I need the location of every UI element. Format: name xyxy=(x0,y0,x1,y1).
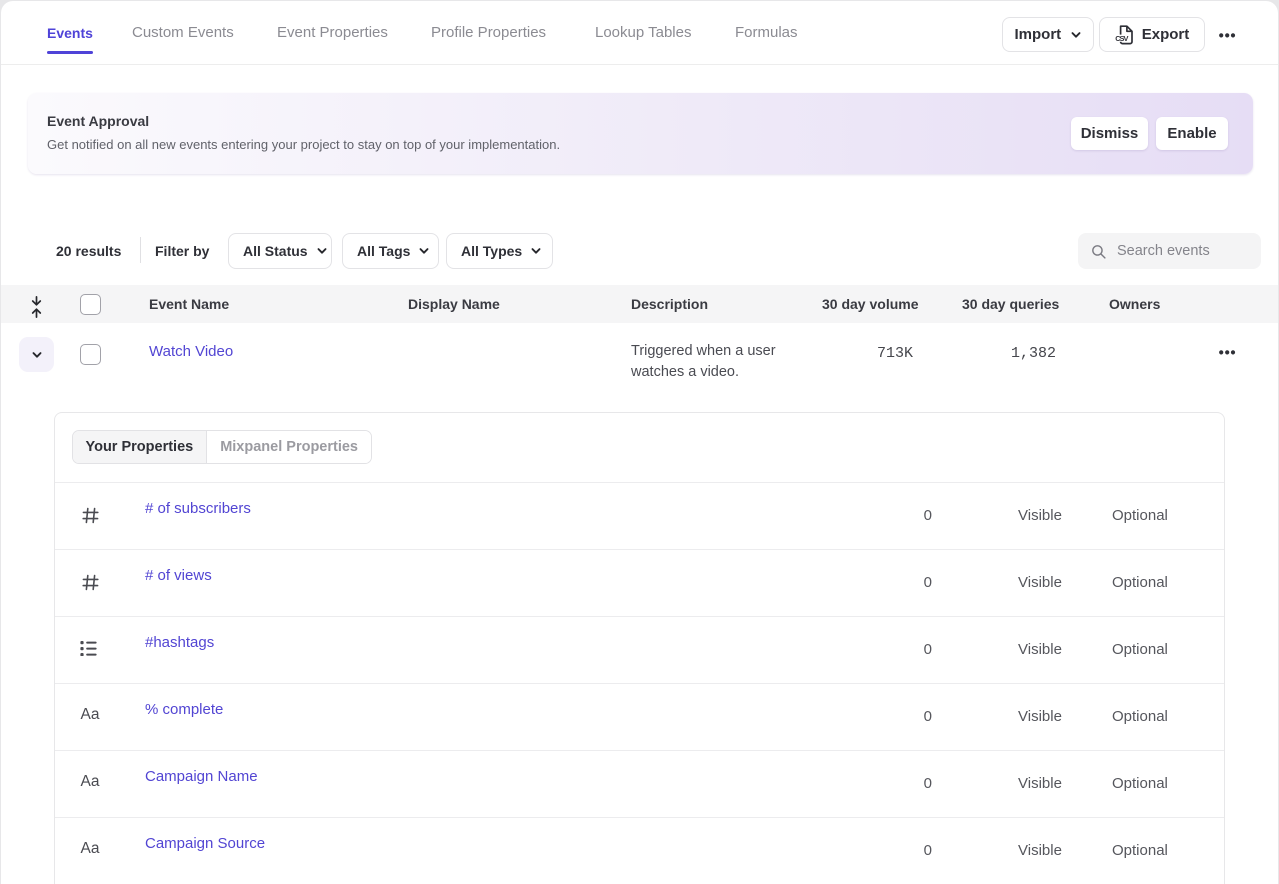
svg-text:CSV: CSV xyxy=(1115,33,1128,42)
